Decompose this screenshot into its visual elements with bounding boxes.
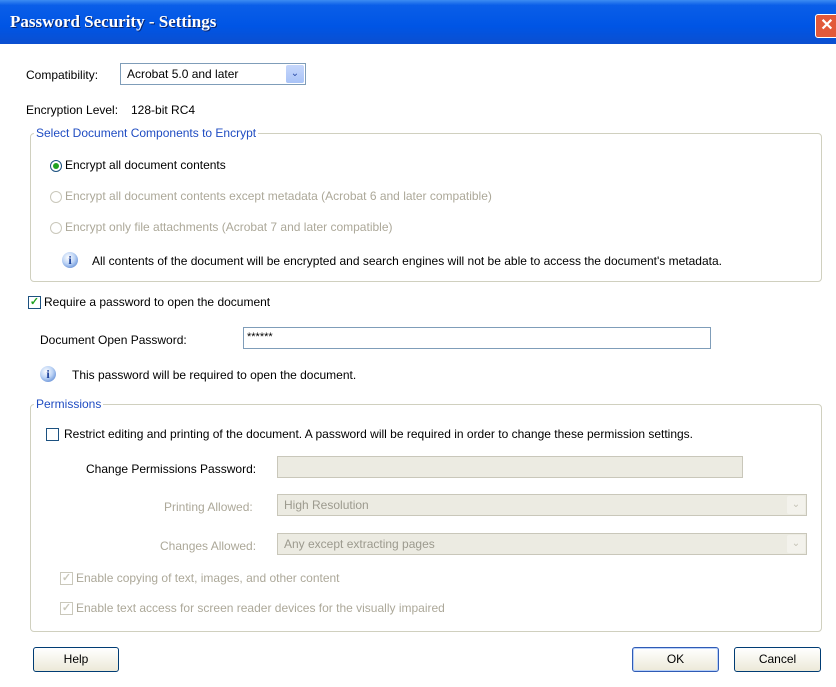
enable-copying-checkbox[interactable]: ✓ <box>60 572 73 585</box>
compatibility-value: Acrobat 5.0 and later <box>127 67 239 81</box>
compatibility-select[interactable]: Acrobat 5.0 and later ⌄ <box>120 63 306 85</box>
radio-encrypt-attachments-label[interactable]: Encrypt only file attachments (Acrobat 7… <box>65 220 393 234</box>
chevron-down-icon[interactable]: ⌄ <box>787 535 805 553</box>
info-icon: i <box>62 252 78 268</box>
changes-allowed-value: Any except extracting pages <box>284 537 435 551</box>
restrict-editing-checkbox[interactable] <box>46 428 59 441</box>
window-title: Password Security - Settings <box>10 12 217 31</box>
encryption-level-label: Encryption Level: <box>26 103 119 117</box>
chevron-down-icon[interactable]: ⌄ <box>787 496 805 514</box>
radio-encrypt-except-metadata[interactable] <box>50 191 62 203</box>
components-info-text: All contents of the document will be enc… <box>92 254 722 268</box>
enable-screenreader-checkbox[interactable]: ✓ <box>60 602 73 615</box>
radio-encrypt-except-metadata-label[interactable]: Encrypt all document contents except met… <box>65 189 492 203</box>
restrict-editing-label[interactable]: Restrict editing and printing of the doc… <box>64 427 693 441</box>
encryption-level-value: 128-bit RC4 <box>131 103 196 117</box>
changes-allowed-select[interactable]: Any except extracting pages ⌄ <box>277 533 807 555</box>
require-password-checkbox[interactable]: ✓ <box>28 296 41 309</box>
components-legend: Select Document Components to Encrypt <box>36 126 257 140</box>
open-password-info-text: This password will be required to open t… <box>72 368 357 382</box>
radio-encrypt-all[interactable] <box>50 160 62 172</box>
change-permissions-password-label: Change Permissions Password: <box>86 462 257 476</box>
enable-screenreader-label[interactable]: Enable text access for screen reader dev… <box>76 601 445 615</box>
ok-button[interactable]: OK <box>632 647 719 672</box>
open-password-input[interactable]: ****** <box>243 327 711 349</box>
printing-allowed-label: Printing Allowed: <box>164 500 253 514</box>
radio-encrypt-all-label[interactable]: Encrypt all document contents <box>65 158 226 172</box>
printing-allowed-value: High Resolution <box>284 498 369 512</box>
open-password-label: Document Open Password: <box>40 333 187 347</box>
change-permissions-password-input[interactable] <box>277 456 743 478</box>
password-security-dialog: Password Security - Settings ✕ Compatibi… <box>0 0 836 687</box>
require-password-label[interactable]: Require a password to open the document <box>44 295 270 309</box>
cancel-button[interactable]: Cancel <box>734 647 821 672</box>
permissions-legend: Permissions <box>36 397 102 411</box>
enable-copying-label[interactable]: Enable copying of text, images, and othe… <box>76 571 340 585</box>
title-bar[interactable]: Password Security - Settings ✕ <box>0 0 836 44</box>
open-password-value: ****** <box>247 331 273 343</box>
chevron-down-icon[interactable]: ⌄ <box>286 65 304 83</box>
info-icon: i <box>40 366 56 382</box>
close-icon[interactable]: ✕ <box>815 14 836 38</box>
printing-allowed-select[interactable]: High Resolution ⌄ <box>277 494 807 516</box>
radio-encrypt-attachments[interactable] <box>50 222 62 234</box>
compatibility-label: Compatibility: <box>26 68 99 82</box>
changes-allowed-label: Changes Allowed: <box>160 539 257 553</box>
help-button[interactable]: Help <box>33 647 119 672</box>
